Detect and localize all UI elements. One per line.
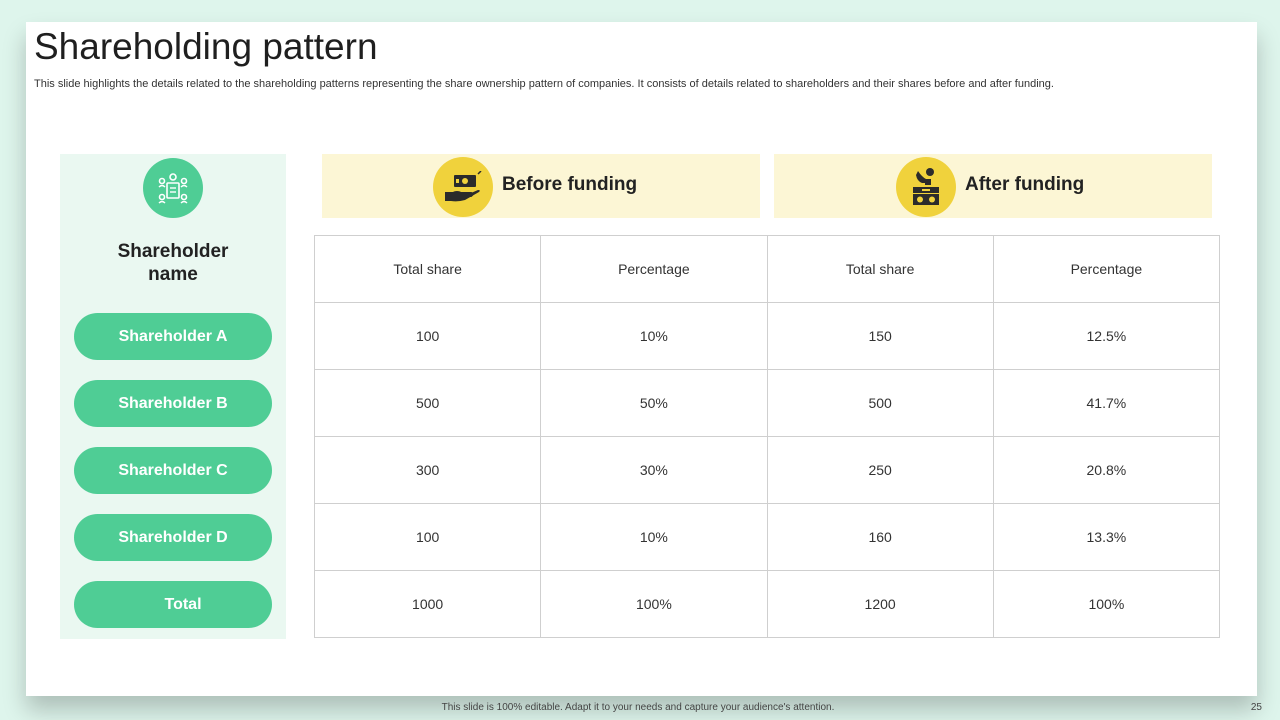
header-percentage-before: Percentage: [540, 235, 768, 303]
table-cell: 1000: [313, 570, 542, 638]
cash-hand-icon: [433, 157, 493, 217]
before-funding-header: Before funding: [322, 154, 760, 218]
after-funding-header: After funding: [774, 154, 1212, 218]
heading-line-1: Shareholder: [117, 241, 229, 262]
page-number: 25: [1250, 702, 1262, 713]
shareholder-d-pill: Shareholder D: [74, 514, 272, 561]
table-row: 100 10% 150 12.5%: [313, 302, 1221, 370]
table-row: 500 50% 500 41.7%: [313, 369, 1221, 437]
table-cell: 20.8%: [992, 436, 1221, 504]
table-row: 300 30% 250 20.8%: [313, 436, 1221, 504]
total-pill: Total: [74, 581, 272, 628]
table-cell: 100: [313, 503, 542, 571]
table-header-row: Total share Percentage Total share Perce…: [313, 235, 1221, 303]
shareholder-panel: Shareholder name Shareholder A Sharehold…: [60, 154, 286, 639]
table-total-row: 1000 100% 1200 100%: [313, 570, 1221, 638]
table-cell: 100%: [992, 570, 1221, 638]
slide-subtitle: This slide highlights the details relate…: [34, 78, 1054, 90]
before-funding-label: Before funding: [502, 174, 638, 195]
slide: Shareholding pattern This slide highligh…: [26, 22, 1257, 696]
footer-note: This slide is 100% editable. Adapt it to…: [441, 702, 835, 713]
shareholder-group-icon: [143, 158, 203, 218]
header-total-share-before: Total share: [313, 235, 542, 303]
table-row: 100 10% 160 13.3%: [313, 503, 1221, 571]
header-percentage-after: Percentage: [992, 235, 1221, 303]
shareholder-c-pill: Shareholder C: [74, 447, 272, 494]
table-cell: 150: [766, 302, 994, 370]
table-cell: 100%: [540, 570, 768, 638]
table-cell: 500: [766, 369, 994, 437]
table-cell: 300: [313, 436, 542, 504]
table-cell: 100: [313, 302, 542, 370]
after-funding-label: After funding: [965, 174, 1085, 195]
shareholder-a-pill: Shareholder A: [74, 313, 272, 360]
coin-box-icon: [896, 157, 956, 217]
shareholding-table: Total share Percentage Total share Perce…: [313, 235, 1221, 638]
table-cell: 1200: [766, 570, 994, 638]
slide-title: Shareholding pattern: [34, 26, 378, 67]
table-cell: 41.7%: [992, 369, 1221, 437]
table-cell: 160: [766, 503, 994, 571]
table-cell: 10%: [540, 302, 768, 370]
table-cell: 12.5%: [992, 302, 1221, 370]
table-cell: 50%: [540, 369, 768, 437]
table-cell: 30%: [540, 436, 768, 504]
heading-line-2: name: [148, 264, 198, 285]
table-cell: 500: [313, 369, 542, 437]
table-cell: 10%: [540, 503, 768, 571]
shareholder-name-heading: Shareholder name: [60, 240, 286, 286]
table-cell: 250: [766, 436, 994, 504]
shareholder-b-pill: Shareholder B: [74, 380, 272, 427]
table-cell: 13.3%: [992, 503, 1221, 571]
header-total-share-after: Total share: [766, 235, 994, 303]
